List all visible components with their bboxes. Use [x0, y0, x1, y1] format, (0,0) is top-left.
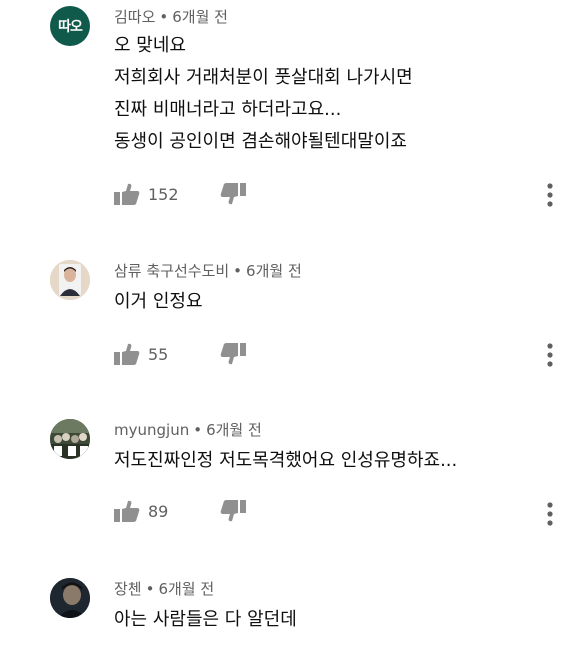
avatar[interactable] [50, 578, 90, 618]
like-button[interactable]: 55 [114, 342, 168, 366]
comment-text: 아는 사람들은 다 알던데 [114, 604, 297, 636]
more-options-button[interactable] [544, 342, 556, 372]
thumbs-up-icon [114, 500, 140, 522]
more-vertical-icon [547, 502, 553, 526]
separator-dot: • [233, 262, 243, 280]
comment-line: 아는 사람들은 다 알던데 [114, 609, 297, 630]
comment-time[interactable]: 6개월 전 [158, 580, 214, 598]
author-name[interactable]: 김따오 [114, 8, 155, 26]
separator-dot: • [145, 580, 155, 598]
comment-line: 이거 인정요 [114, 291, 203, 312]
thumbs-up-icon [114, 343, 140, 365]
thumbs-down-icon [220, 343, 246, 365]
comment-time[interactable]: 6개월 전 [172, 8, 228, 26]
author-name[interactable]: 장첸 [114, 580, 142, 598]
comment-line: 진짜 비매너라고 하더라고요... [114, 99, 342, 120]
comment-actions: 89 [114, 497, 534, 525]
more-options-button[interactable] [544, 501, 556, 531]
like-count: 55 [148, 344, 169, 364]
comment-meta: 김따오 • 6개월 전 [114, 6, 228, 27]
like-button[interactable]: 152 [114, 182, 179, 206]
comment-meta: myungjun • 6개월 전 [114, 419, 262, 440]
more-vertical-icon [547, 183, 553, 207]
dislike-button[interactable] [220, 342, 246, 370]
comment: myungjun • 6개월 전 저도진짜인정 저도목격했어요 인성유명하죠... … [0, 413, 580, 543]
author-name[interactable]: myungjun [114, 421, 189, 439]
thumbs-down-icon [220, 183, 246, 205]
comment-line: 저도진짜인정 저도목격했어요 인성유명하죠... [114, 450, 458, 471]
comment: 따오 김따오 • 6개월 전 오 맞네요 저희회사 거래처분이 풋살대회 나가시면 … [0, 0, 580, 230]
separator-dot: • [193, 421, 203, 439]
more-vertical-icon [547, 343, 553, 367]
comment-time[interactable]: 6개월 전 [206, 421, 262, 439]
dislike-button[interactable] [220, 499, 246, 527]
like-button[interactable]: 89 [114, 499, 168, 523]
comment-actions: 55 [114, 340, 534, 368]
comment-actions: 152 [114, 180, 534, 208]
avatar-label: 따오 [58, 19, 83, 35]
avatar-photo [50, 260, 90, 300]
dislike-button[interactable] [220, 182, 246, 210]
separator-dot: • [159, 8, 169, 26]
comment-text: 저도진짜인정 저도목격했어요 인성유명하죠... [114, 445, 457, 477]
comment-line: 동생이 공인이면 겸손해야될텐대말이죠 [114, 131, 407, 152]
avatar[interactable]: 따오 [50, 6, 90, 46]
thumbs-down-icon [220, 500, 246, 522]
author-name[interactable]: 삼류 축구선수도비 [114, 262, 229, 280]
comment-meta: 장첸 • 6개월 전 [114, 578, 214, 599]
comment-text: 오 맞네요 저희회사 거래처분이 풋살대회 나가시면 진짜 비매너라고 하더라고… [114, 30, 413, 158]
avatar-photo [50, 578, 90, 618]
comment-text: 이거 인정요 [114, 286, 203, 318]
avatar[interactable] [50, 419, 90, 459]
like-count: 152 [148, 184, 179, 204]
comment-time[interactable]: 6개월 전 [246, 262, 302, 280]
comment-meta: 삼류 축구선수도비 • 6개월 전 [114, 260, 302, 281]
comment-line: 오 맞네요 [114, 35, 186, 56]
avatar[interactable] [50, 260, 90, 300]
comment: 장첸 • 6개월 전 아는 사람들은 다 알던데 [0, 572, 580, 645]
thumbs-up-icon [114, 183, 140, 205]
comment-line: 저희회사 거래처분이 풋살대회 나가시면 [114, 67, 413, 88]
avatar-photo [50, 419, 90, 459]
comment: 삼류 축구선수도비 • 6개월 전 이거 인정요 55 [0, 254, 580, 384]
more-options-button[interactable] [544, 182, 556, 212]
like-count: 89 [148, 501, 169, 521]
